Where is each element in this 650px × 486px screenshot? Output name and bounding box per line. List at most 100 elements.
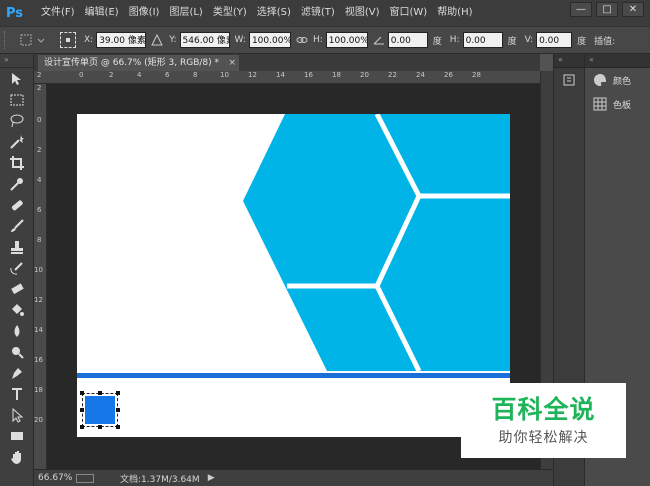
palette-icon <box>594 74 606 86</box>
minimize-button[interactable]: — <box>570 2 592 17</box>
eyedropper-tool-icon[interactable] <box>0 173 33 194</box>
ruler-tick: 16 <box>34 356 43 364</box>
document-tab-title: 设计宣传单页 @ 66.7% (矩形 3, RGB/8) * <box>44 58 220 68</box>
ruler-tick: 10 <box>34 266 43 274</box>
close-button[interactable]: ✕ <box>622 2 644 17</box>
vskew-unit: 度 <box>577 36 587 47</box>
x-position-field[interactable]: 39.00 像素 <box>96 32 147 48</box>
zoom-level[interactable]: 66.67% <box>38 473 76 483</box>
menu-edit[interactable]: 编辑(E) <box>80 0 124 26</box>
blur-tool-icon[interactable] <box>0 320 33 341</box>
photoshop-logo: Ps <box>6 5 24 21</box>
ruler-tick: 20 <box>34 416 43 424</box>
history-panel-icon[interactable] <box>554 68 584 92</box>
color-panel-label: 颜色 <box>613 76 632 87</box>
menu-view[interactable]: 视图(V) <box>340 0 385 26</box>
swatches-panel-button[interactable]: 色板 <box>585 92 650 116</box>
ruler-tick: 8 <box>37 236 42 244</box>
rectangle-tool-icon[interactable] <box>0 425 33 446</box>
clone-stamp-tool-icon[interactable] <box>0 236 33 257</box>
status-menu-arrow-icon[interactable]: ▶ <box>208 473 215 483</box>
angle-field[interactable]: 0.00 <box>387 32 428 48</box>
interpolation-label[interactable]: 插值: <box>594 34 615 47</box>
marquee-tool-icon[interactable] <box>0 89 33 110</box>
transform-handle[interactable] <box>116 408 120 412</box>
hskew-unit: 度 <box>507 36 517 47</box>
eraser-tool-icon[interactable] <box>0 278 33 299</box>
healing-brush-tool-icon[interactable] <box>0 194 33 215</box>
selected-rectangle[interactable] <box>80 391 120 429</box>
type-tool-icon[interactable] <box>0 383 33 404</box>
transform-handle[interactable] <box>80 425 84 429</box>
status-preview-icon <box>76 473 94 483</box>
ruler-tick: 18 <box>34 386 43 394</box>
menu-window[interactable]: 窗口(W) <box>384 0 432 26</box>
panel-dock-header[interactable]: « <box>585 54 650 68</box>
ruler-tick: 2 <box>37 84 42 92</box>
w-label: W: <box>234 35 246 45</box>
transform-handle[interactable] <box>80 408 84 412</box>
ruler-tick: 4 <box>37 176 42 184</box>
document-canvas[interactable] <box>77 114 510 437</box>
lasso-tool-icon[interactable] <box>0 110 33 131</box>
reference-point-icon[interactable] <box>60 32 76 48</box>
tool-preset-picker[interactable] <box>20 31 50 49</box>
transform-handle[interactable] <box>116 425 120 429</box>
swatches-panel-label: 色板 <box>613 100 632 111</box>
menu-type[interactable]: 类型(Y) <box>208 0 252 26</box>
color-panel-button[interactable]: 颜色 <box>585 68 650 92</box>
ruler-tick: 22 <box>388 71 397 79</box>
hskew-label: H: <box>449 35 460 45</box>
move-tool-icon[interactable] <box>0 68 33 89</box>
menu-help[interactable]: 帮助(H) <box>432 0 477 26</box>
x-label: X: <box>84 35 94 45</box>
ruler-tick: 24 <box>416 71 425 79</box>
horizontal-skew-field[interactable]: 0.00 <box>462 32 503 48</box>
ruler-tick: 14 <box>34 326 43 334</box>
toolbox-collapse-icon[interactable]: » <box>0 54 33 68</box>
transform-handle[interactable] <box>116 391 120 395</box>
document-size: 文档:1.37M/3.64M <box>120 474 200 485</box>
magic-wand-tool-icon[interactable] <box>0 131 33 152</box>
vskew-label: V: <box>524 35 534 45</box>
menu-filter[interactable]: 滤镜(T) <box>296 0 340 26</box>
h-label: H: <box>312 35 323 45</box>
y-label: Y: <box>169 35 177 45</box>
vertical-skew-field[interactable]: 0.00 <box>536 32 573 48</box>
menu-file[interactable]: 文件(F) <box>36 0 80 26</box>
y-position-field[interactable]: 546.00 像素 <box>179 32 230 48</box>
restore-button[interactable]: □ <box>596 2 618 17</box>
history-brush-tool-icon[interactable] <box>0 257 33 278</box>
brush-tool-icon[interactable] <box>0 215 33 236</box>
vertical-ruler[interactable]: 2 0 2 4 6 8 10 12 14 16 18 20 <box>34 84 47 469</box>
options-bar-grip[interactable] <box>4 31 8 49</box>
ruler-tick: 18 <box>332 71 341 79</box>
width-field[interactable]: 100.00% <box>248 32 291 48</box>
menu-image[interactable]: 图像(I) <box>124 0 165 26</box>
height-field[interactable]: 100.00% <box>325 32 368 48</box>
horizontal-ruler[interactable]: 2 0 2 4 6 8 10 12 14 16 18 20 22 24 26 2… <box>34 71 540 84</box>
path-selection-tool-icon[interactable] <box>0 404 33 425</box>
panel-collapse-icon[interactable]: « <box>554 54 584 68</box>
ruler-tick: 2 <box>109 71 114 79</box>
link-icon[interactable] <box>296 35 308 45</box>
transform-handle[interactable] <box>80 391 84 395</box>
status-bar: 66.67% 文档:1.37M/3.64M ▶ <box>34 469 553 486</box>
document-tab[interactable]: 设计宣传单页 @ 66.7% (矩形 3, RGB/8) * × <box>38 55 239 71</box>
crop-tool-icon[interactable] <box>0 152 33 173</box>
relative-position-icon[interactable] <box>151 34 164 46</box>
hand-tool-icon[interactable] <box>0 446 33 467</box>
transform-handle[interactable] <box>98 425 102 429</box>
window-controls: — □ ✕ <box>570 2 644 17</box>
dodge-tool-icon[interactable] <box>0 341 33 362</box>
toolbox: » <box>0 54 34 486</box>
paint-bucket-tool-icon[interactable] <box>0 299 33 320</box>
transform-handle[interactable] <box>98 391 102 395</box>
swatches-icon <box>593 97 607 111</box>
ruler-tick: 14 <box>276 71 285 79</box>
tab-close-icon[interactable]: × <box>228 55 236 71</box>
menu-layer[interactable]: 图层(L) <box>164 0 207 26</box>
ruler-tick: 12 <box>34 296 43 304</box>
menu-select[interactable]: 选择(S) <box>252 0 296 26</box>
pen-tool-icon[interactable] <box>0 362 33 383</box>
